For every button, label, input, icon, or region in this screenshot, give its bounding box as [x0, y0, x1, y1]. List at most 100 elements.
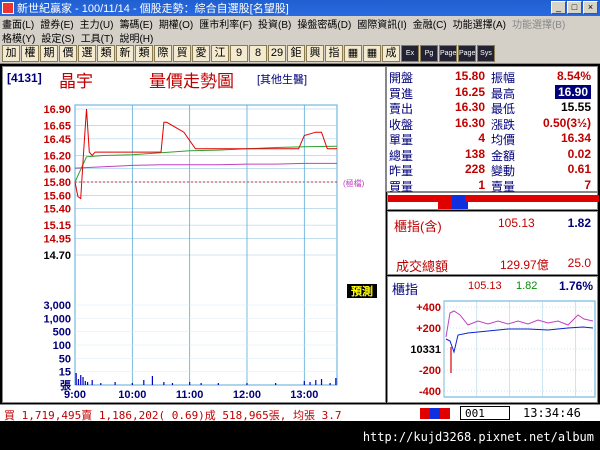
mini-index-value: 105.13 [468, 280, 502, 292]
mini-tick-label: 10331 [410, 344, 441, 356]
price-tick-label: 16.45 [43, 134, 71, 146]
volume-tick-label: 15 [59, 367, 71, 379]
price-tick-label: 16.20 [43, 150, 71, 162]
quote-label: 開盤 [389, 71, 414, 85]
quote-panel: 開盤 15.80 振幅 8.54% 買進 16.25 最高 16.90 賣出 16.30 最低 15.… [386, 66, 599, 194]
industry-label[interactable]: [其他生醫] [257, 71, 307, 87]
toolbar-button-5[interactable]: 類 [97, 45, 115, 62]
toolbar-button-1[interactable]: 權 [21, 45, 39, 62]
menu-item-menu1-11[interactable]: 功能選擇(B) [512, 16, 565, 31]
toolbar-button-18[interactable]: ▦ [344, 45, 362, 62]
turnover-value: 129.97億 [500, 258, 549, 272]
index-label: 櫃指(含) [394, 219, 442, 234]
menu-item-menu2-0[interactable]: 格模(Y) [2, 30, 35, 45]
quote-value: 15.55 [560, 100, 591, 114]
app-icon [2, 2, 14, 14]
toolbar-button-12[interactable]: 9 [230, 45, 248, 62]
toolbar-button-6[interactable]: 新 [116, 45, 134, 62]
mini-index-pct: 1.76% [558, 279, 593, 293]
toolbar-button-3[interactable]: 價 [59, 45, 77, 62]
price-tick-label: 15.80 [43, 177, 71, 189]
volume-tick-label: 張 [60, 379, 72, 392]
quote-row: 收盤 16.30 漲跌 0.50(3½) [387, 116, 599, 132]
menu-item-menu1-3[interactable]: 籌碼(E) [119, 16, 152, 31]
index-value: 105.13 [498, 216, 535, 230]
menu-item-menu1-1[interactable]: 證券(E) [40, 16, 73, 31]
menu-item-menu1-0[interactable]: 畫面(L) [2, 16, 34, 31]
ratio-bar-top [388, 195, 599, 202]
toolbar-button-8[interactable]: 際 [154, 45, 172, 62]
maximize-button[interactable]: □ [567, 1, 582, 14]
quote-value: 1 [478, 177, 485, 192]
menu-item-menu1-2[interactable]: 主力(U) [80, 16, 114, 31]
quote-row: 昨量 228 變動 0.61 [387, 162, 599, 178]
mini-tick-label: -200 [419, 365, 441, 377]
svg-text:預測: 預測 [351, 284, 373, 298]
window-title: 新世紀贏家 - 100/11/14 - 個股走勢：綜合自選股[名望股] [17, 3, 289, 15]
toolbar-button-9[interactable]: 貿 [173, 45, 191, 62]
toolbar-button-7[interactable]: 類 [135, 45, 153, 62]
menu-item-menu2-1[interactable]: 設定(S) [41, 30, 74, 45]
toolbar-button-19[interactable]: ▦ [363, 45, 381, 62]
status-bar: 買 1,719,495賣 1,186,202( 0.69)成 518,965張,… [0, 404, 600, 422]
toolbar-button-11[interactable]: 江 [211, 45, 229, 62]
time-tick-label: 12:00 [233, 389, 261, 401]
close-button[interactable]: × [583, 1, 598, 14]
quote-label: 昨量 [389, 164, 414, 178]
mini-index-change: 1.82 [516, 280, 538, 292]
menu-item-menu1-8[interactable]: 國際資訊(I) [357, 16, 406, 31]
menu-item-menu1-10[interactable]: 功能選擇(A) [453, 16, 506, 31]
quote-value: 0.50(3½) [542, 115, 591, 130]
menu-item-menu1-9[interactable]: 金融(C) [413, 16, 447, 31]
title-bar: 新世紀贏家 - 100/11/14 - 個股走勢：綜合自選股[名望股] _ □ … [0, 0, 600, 16]
menu-item-menu1-5[interactable]: 匯市利率(F) [199, 16, 252, 31]
limit-marker: (極檔) [343, 178, 365, 188]
price-volume-chart: 16.90 16.65 16.45 16.20 16.00 15.80 15.60 15.40… [2, 66, 386, 403]
chart-canvas: 16.90 16.6516.45 16.20 16.0015.8015.60 15.40… [43, 104, 377, 401]
mini-index-chart: +400 +200 10331 -200 -400 櫃指 105.13 1.82 1.7… [387, 276, 598, 403]
toolbar-button-24[interactable]: Page [458, 45, 476, 62]
mini-index-line [445, 326, 594, 354]
toolbar-button-4[interactable]: 選 [78, 45, 96, 62]
quote-label: 最高 [491, 86, 516, 101]
quote-label: 金額 [491, 148, 516, 163]
toolbar-button-22[interactable]: Pg [420, 45, 438, 62]
mini-tick-label: -400 [419, 386, 441, 398]
toolbar-button-2[interactable]: 期 [40, 45, 58, 62]
menu-item-menu1-6[interactable]: 投資(B) [258, 16, 291, 31]
quote-value: 15.80 [454, 69, 485, 83]
menu-item-menu1-4[interactable]: 期權(O) [159, 16, 193, 31]
quote-value: 8.54% [556, 69, 591, 83]
menu-item-menu2-3[interactable]: 說明(H) [119, 30, 153, 45]
menu-item-menu1-7[interactable]: 操盤密碼(D) [297, 16, 351, 31]
toolbar-button-21[interactable]: Ex [401, 45, 419, 62]
price-series-line [74, 145, 338, 183]
toolbar-button-10[interactable]: 愛 [192, 45, 210, 62]
toolbar-button-0[interactable]: 加 [2, 45, 20, 62]
menu-item-menu2-2[interactable]: 工具(T) [81, 30, 114, 45]
quote-row: 賣出 16.30 最低 15.55 [387, 100, 599, 116]
toolbar-button-20[interactable]: 成 [382, 45, 400, 62]
quote-value: 138 [464, 146, 485, 161]
quote-value: 0.02 [567, 146, 591, 161]
quote-label: 漲跌 [491, 117, 516, 132]
toolbar-button-14[interactable]: 29 [268, 45, 286, 62]
menu-bar-primary: 畫面(L) 證券(E) 主力(U) 籌碼(E) 期權(O) 匯市利率(F) 投資(B) 操盤密… [0, 16, 600, 31]
quote-label: 最低 [491, 102, 516, 116]
toolbar-button-13[interactable]: 8 [249, 45, 267, 62]
toolbar-button-25[interactable]: Sys [477, 45, 495, 62]
minimize-button[interactable]: _ [551, 1, 566, 14]
mini-chart-canvas: +400 +200 10331 -200 -400 [410, 300, 596, 398]
quote-value: 16.30 [454, 100, 485, 114]
mini-index-label: 櫃指 [392, 282, 419, 297]
clock: 13:34:46 [523, 406, 581, 420]
quote-row: 總量 138 金額 0.02 [387, 147, 599, 163]
toolbar-button-23[interactable]: Page [439, 45, 457, 62]
toolbar-button-15[interactable]: 鉅 [287, 45, 305, 62]
chart-title: 量價走勢圖 [149, 72, 234, 92]
quote-row: 買進 16.25 最高 16.90 [387, 84, 599, 101]
quote-label: 賣出 [389, 102, 414, 116]
input-code-box[interactable]: 001 [460, 406, 510, 420]
toolbar-button-16[interactable]: 興 [306, 45, 324, 62]
toolbar-button-17[interactable]: 指 [325, 45, 343, 62]
